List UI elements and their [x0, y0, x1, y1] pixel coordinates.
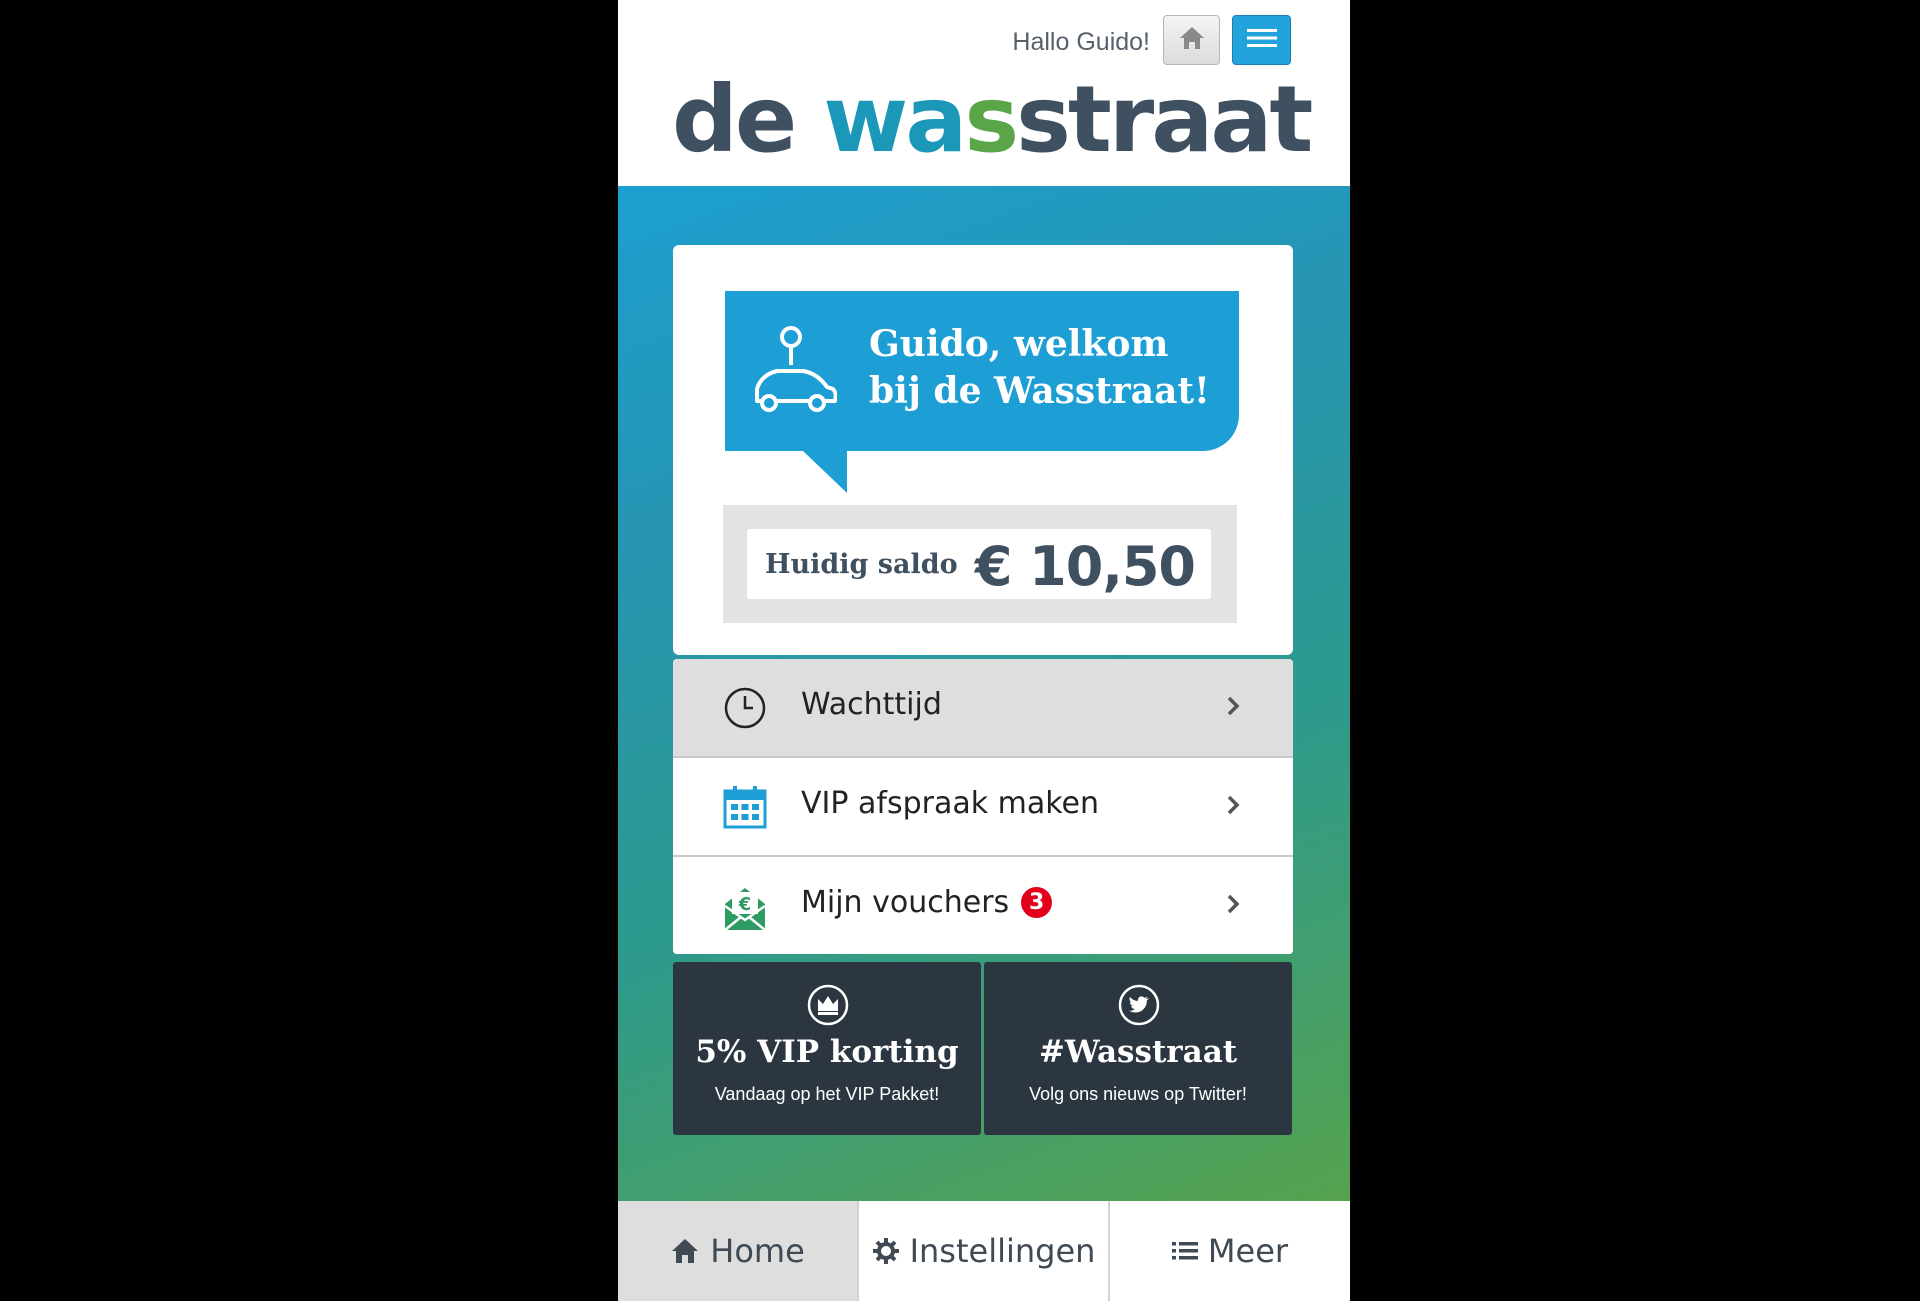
- user-greeting: Hallo Guido!: [1012, 28, 1150, 56]
- balance-value: € 10,50: [974, 535, 1196, 598]
- tile-title: #Wasstraat: [1038, 1034, 1238, 1070]
- app-screen: Hallo Guido! de wasstraat Guido, welkom …: [618, 0, 1350, 1301]
- home-icon: [670, 1237, 700, 1265]
- home-icon: [1178, 25, 1206, 56]
- menu-item-label: VIP afspraak maken: [801, 786, 1100, 821]
- twitter-tile[interactable]: #Wasstraat Volg ons nieuws op Twitter!: [984, 962, 1292, 1135]
- chevron-right-icon: [1226, 794, 1240, 821]
- crown-icon: [807, 984, 849, 1031]
- bubble-tail: [803, 451, 847, 493]
- tile-subtitle: Vandaag op het VIP Pakket!: [714, 1084, 940, 1104]
- welcome-card: Guido, welkom bij de Wasstraat! Huidig s…: [673, 245, 1293, 655]
- tile-title: 5% VIP korting: [695, 1034, 959, 1070]
- tab-label: Meer: [1207, 1232, 1289, 1270]
- menu-item-vouchers[interactable]: € Mijn vouchers 3: [673, 857, 1293, 954]
- clock-icon: [723, 686, 767, 730]
- home-button[interactable]: [1163, 15, 1220, 65]
- list-icon: [1171, 1240, 1198, 1262]
- brand-logo: de wasstraat: [672, 66, 1313, 173]
- gear-icon: [872, 1237, 900, 1265]
- bottom-tab-bar: Home Instellingen Meer: [618, 1201, 1350, 1301]
- chevron-right-icon: [1226, 695, 1240, 722]
- app-header: Hallo Guido! de wasstraat: [618, 0, 1350, 186]
- main-content: Guido, welkom bij de Wasstraat! Huidig s…: [618, 186, 1350, 1201]
- vouchers-label: Mijn vouchers: [801, 885, 1010, 920]
- voucher-envelope-icon: €: [723, 884, 767, 931]
- balance-field: Huidig saldo € 10,50: [747, 529, 1211, 599]
- vip-discount-tile[interactable]: 5% VIP korting Vandaag op het VIP Pakket…: [673, 962, 981, 1135]
- tile-subtitle: Volg ons nieuws op Twitter!: [1029, 1084, 1247, 1104]
- menu-item-vip-afspraak[interactable]: VIP afspraak maken: [673, 758, 1293, 857]
- menu-item-label: Wachttijd: [801, 687, 942, 722]
- svg-text:€: €: [738, 894, 752, 915]
- twitter-icon: [1118, 984, 1160, 1031]
- vouchers-count-badge: 3: [1021, 887, 1053, 918]
- tab-meer[interactable]: Meer: [1110, 1201, 1350, 1301]
- balance-label: Huidig saldo: [765, 549, 958, 580]
- tab-instellingen[interactable]: Instellingen: [859, 1201, 1110, 1301]
- menu-item-label: Mijn vouchers 3: [801, 885, 1053, 920]
- tab-label: Home: [710, 1232, 805, 1270]
- menu-list: Wachttijd VIP afspraak maken € Mijn vouc…: [673, 659, 1293, 954]
- balance-panel: Huidig saldo € 10,50: [723, 505, 1237, 623]
- calendar-icon: [723, 785, 767, 829]
- menu-button[interactable]: [1232, 15, 1291, 65]
- welcome-line-1: Guido, welkom: [869, 323, 1169, 365]
- tab-label: Instellingen: [909, 1232, 1096, 1270]
- chevron-right-icon: [1226, 893, 1240, 920]
- welcome-line-2: bij de Wasstraat!: [869, 370, 1210, 412]
- welcome-bubble: Guido, welkom bij de Wasstraat!: [725, 291, 1239, 451]
- welcome-message: Guido, welkom bij de Wasstraat!: [869, 321, 1229, 415]
- tab-home[interactable]: Home: [618, 1201, 859, 1301]
- hamburger-menu-icon: [1246, 27, 1277, 54]
- car-location-pin-icon: [751, 325, 838, 422]
- menu-item-wachttijd[interactable]: Wachttijd: [673, 659, 1293, 758]
